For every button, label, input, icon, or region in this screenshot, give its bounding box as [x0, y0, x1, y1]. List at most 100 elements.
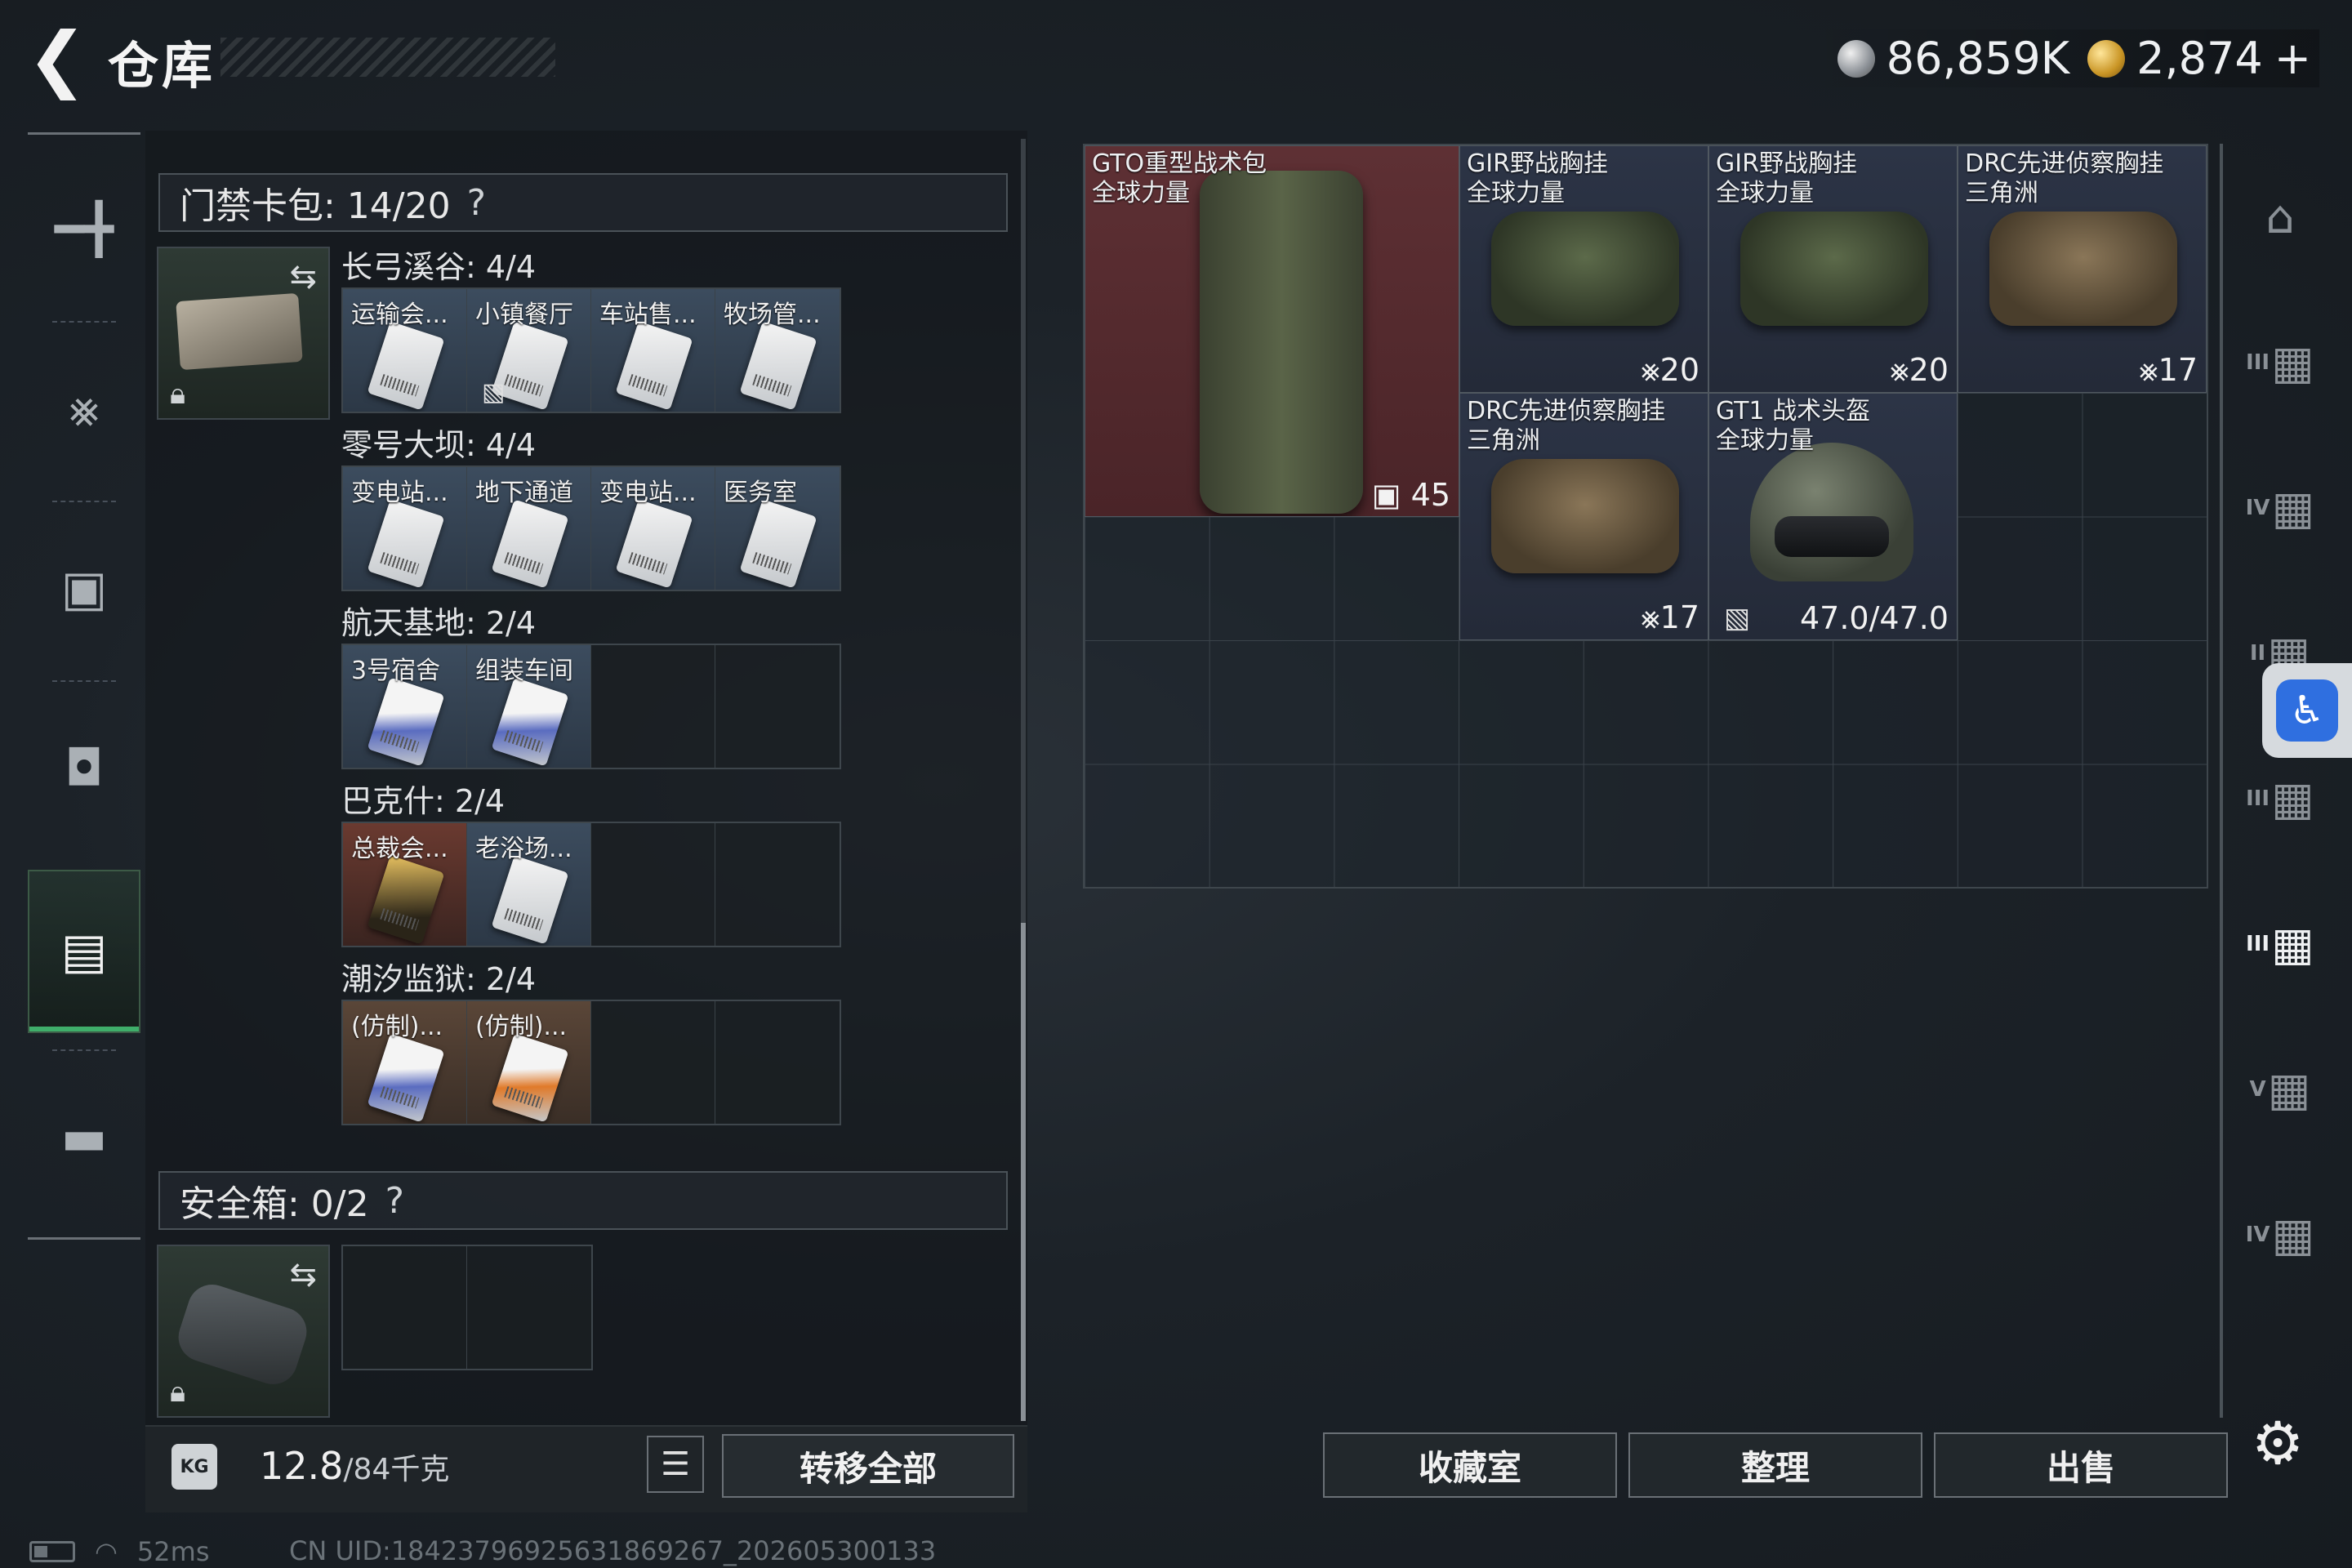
storage-actions: 收藏室 整理 出售 [1323, 1432, 2228, 1501]
list-view-button[interactable]: ☰ [647, 1436, 704, 1493]
nav-separator [52, 501, 116, 504]
empty-card-slot[interactable] [591, 823, 715, 946]
storage-ext-icon: ▦ [2271, 772, 2314, 826]
storage-item-vest[interactable]: GIR野战胸挂 全球力量 ⨳20 [1459, 145, 1708, 393]
storage-tab[interactable]: IV ▦ [2239, 467, 2321, 549]
accessibility-icon: ♿︎ [2276, 679, 2338, 742]
storage-item-backpack[interactable]: GTO重型战术包 全球力量 ▣ 45 [1085, 145, 1459, 517]
safe-box-empty-slot[interactable] [343, 1246, 467, 1369]
weight-capacity: /84千克 [343, 1453, 450, 1486]
swap-icon[interactable]: ⇆ [289, 258, 317, 296]
keycard-name: 车站售... [599, 301, 697, 329]
empty-card-slot[interactable] [591, 645, 715, 768]
keycard-slot[interactable]: 地下通道 [467, 467, 591, 590]
tab-level: V [2249, 1077, 2266, 1102]
storage-ext-icon: ▦ [2271, 917, 2314, 971]
safe-box-empty-slot[interactable] [467, 1246, 591, 1369]
keycard-pack-header: 门禁卡包: 14/20 ? [158, 173, 1008, 232]
page-title: 仓库 [108, 36, 216, 96]
storage-item-vest[interactable]: GIR野战胸挂 全球力量 ⨳20 [1708, 145, 1958, 393]
swap-icon[interactable]: ⇆ [289, 1256, 317, 1294]
transfer-all-button[interactable]: 转移全部 [722, 1434, 1014, 1498]
safe-box-slot[interactable]: ⇆ 🔒︎ [157, 1245, 330, 1418]
keycard-image [491, 677, 569, 767]
gear-icon[interactable]: ⚙ [2243, 1408, 2313, 1478]
scrollbar-thumb[interactable] [1021, 923, 1026, 1421]
map-label: 长弓溪谷: 4/4 [341, 249, 537, 285]
keycard-slot[interactable]: 3号宿舍 [343, 645, 467, 768]
keycard-slot[interactable]: 总裁会... [343, 823, 467, 946]
active-indicator [29, 1027, 139, 1031]
nav-separator [52, 1049, 116, 1053]
keycard-pack-title: 门禁卡包: 14/20 [180, 185, 451, 227]
item-capacity: ⨳17 [1641, 599, 1699, 636]
keycard-row: 3号宿舍 组装车间 [341, 644, 841, 769]
gold-currency[interactable]: 2,874 + [2087, 33, 2311, 84]
nav-card-pack[interactable]: ▤ [28, 870, 140, 1033]
item-capacity: ⨳20 [1641, 352, 1699, 389]
empty-card-slot[interactable] [715, 823, 840, 946]
help-icon[interactable]: ? [467, 182, 486, 224]
nav-backpacks[interactable]: ▣ [28, 507, 140, 670]
storage-tab[interactable]: III ▦ [2239, 758, 2321, 840]
keycard-name: 运输会... [351, 301, 448, 329]
keycard-slot[interactable]: 变电站... [343, 467, 467, 590]
keycard-slot[interactable]: (仿制)... [467, 1001, 591, 1124]
storage-tab[interactable]: IV ▦ [2239, 1194, 2321, 1276]
keycard-slot[interactable]: 车站售... [591, 289, 715, 412]
safe-box-image [172, 1278, 314, 1391]
back-arrow-icon[interactable]: ❮ [24, 23, 90, 95]
nav-vests[interactable]: ⨳ [28, 327, 140, 491]
storage-item-vest[interactable]: DRC先进侦察胸挂 三角洲 ⨳17 [1459, 393, 1708, 640]
organize-button[interactable]: 整理 [1628, 1432, 1922, 1498]
keycard-row: 总裁会... 老浴场... [341, 822, 841, 947]
vest-capacity-icon: ⨳ [2139, 352, 2158, 388]
item-name: DRC先进侦察胸挂 三角洲 [1467, 397, 1666, 455]
keycard-slot[interactable]: 医务室 [715, 467, 840, 590]
accessibility-button[interactable]: ♿︎ [2262, 663, 2352, 758]
keycard-slot[interactable]: 变电站... [591, 467, 715, 590]
storage-tab[interactable]: III ▦ [2239, 903, 2321, 985]
map-label: 零号大坝: 4/4 [341, 427, 537, 463]
help-icon[interactable]: ? [385, 1180, 404, 1222]
status-bar: ◠ 52ms [29, 1535, 209, 1568]
empty-card-slot[interactable] [715, 645, 840, 768]
nav-bags[interactable]: ◘ [28, 687, 140, 850]
keycard-pack-slot[interactable]: ⇆ 🔒︎ [157, 247, 330, 420]
keycard-slot[interactable]: 老浴场... [467, 823, 591, 946]
capacity-value: 20 [1659, 352, 1699, 388]
nav-separator [52, 321, 116, 324]
keycard-image [491, 1033, 569, 1123]
keycard-slot[interactable]: 运输会... [343, 289, 467, 412]
storage-tab[interactable]: V ▦ [2239, 1049, 2321, 1130]
silver-coin-icon [1837, 39, 1875, 78]
storage-item-vest[interactable]: DRC先进侦察胸挂 三角洲 ⨳17 [1958, 145, 2207, 393]
storage-tab[interactable]: ⌂ [2239, 176, 2321, 258]
storage-grid[interactable]: GTO重型战术包 全球力量 ▣ 45 GIR野战胸挂 全球力量 ⨳20 GIR野… [1083, 144, 2208, 889]
list-icon: ☰ [661, 1446, 690, 1483]
item-capacity: ⨳20 [1890, 352, 1949, 389]
item-capacity: ⨳17 [2139, 352, 2198, 389]
storage-item-helmet[interactable]: GT1 战术头盔 全球力量 ▧ 47.0/47.0 [1708, 393, 1958, 640]
empty-card-slot[interactable] [715, 1001, 840, 1124]
nav-cases[interactable]: ▬ [28, 1056, 140, 1219]
collection-room-button[interactable]: 收藏室 [1323, 1432, 1617, 1498]
silver-amount: 86,859K [1886, 33, 2070, 84]
storage-main-icon: ⌂ [2265, 190, 2295, 244]
keycard-name: (仿制)... [475, 1013, 568, 1041]
keycard-slot[interactable]: 小镇餐厅 ▧ [467, 289, 591, 412]
keycard-slot[interactable]: 牧场管... [715, 289, 840, 412]
storage-tab[interactable]: III ▦ [2239, 322, 2321, 403]
keycard-slot[interactable]: 组装车间 [467, 645, 591, 768]
vest-image [1740, 212, 1928, 326]
weight-display: 12.8/84千克 [260, 1444, 449, 1488]
bag-capacity-icon: ▣ [1371, 477, 1401, 513]
safe-box-header: 安全箱: 0/2 ? [158, 1171, 1008, 1230]
item-capacity: ▣ 45 [1372, 477, 1450, 513]
sell-button[interactable]: 出售 [1934, 1432, 2228, 1498]
empty-card-slot[interactable] [591, 1001, 715, 1124]
keycard-slot[interactable]: (仿制)... [343, 1001, 467, 1124]
add-currency-button[interactable]: + [2274, 33, 2311, 84]
nav-weapons[interactable]: ━╋ [28, 148, 140, 311]
currency-display: 86,859K 2,874 + [1796, 29, 2319, 87]
